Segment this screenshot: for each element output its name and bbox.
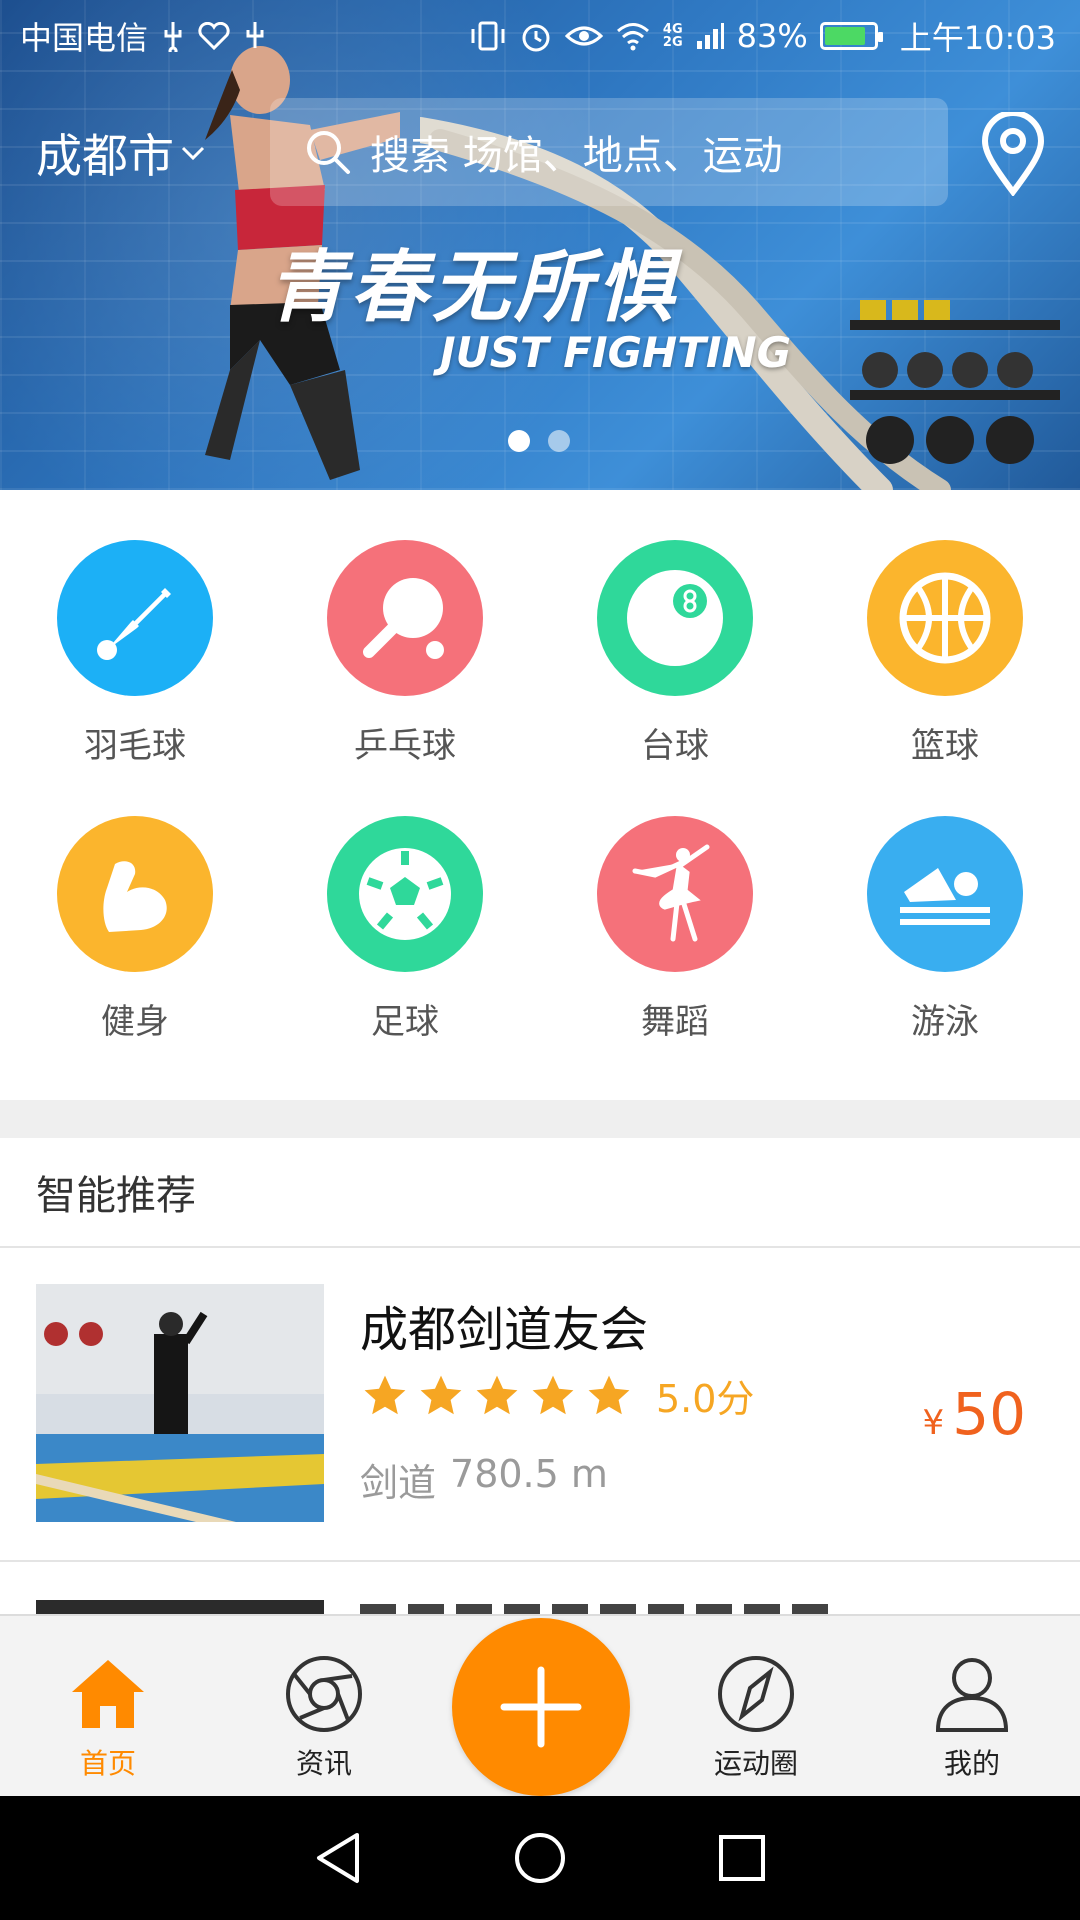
category-ping-pong[interactable]: 乒乓球 bbox=[270, 540, 540, 767]
search-placeholder: 搜索 场馆、地点、运动 bbox=[370, 133, 783, 179]
tab-profile[interactable]: 我的 bbox=[897, 1654, 1047, 1782]
banner-subtitle: JUST FIGHTING bbox=[440, 328, 792, 377]
section-divider bbox=[0, 1100, 1080, 1138]
chevron-down-icon bbox=[181, 146, 205, 161]
compass-icon bbox=[718, 1656, 794, 1732]
price-value: 50 bbox=[952, 1380, 1026, 1448]
badminton-circle bbox=[57, 540, 213, 696]
category-label: 游泳 bbox=[911, 1002, 979, 1042]
category-fitness[interactable]: 健身 bbox=[0, 816, 270, 1043]
battery-icon bbox=[819, 22, 883, 50]
wifi-icon bbox=[616, 23, 649, 51]
venue-card[interactable]: 成都剑道友会 5.0分 剑道 780.5 m ¥ 50 bbox=[0, 1250, 1080, 1562]
tab-label: 我的 bbox=[943, 1747, 1000, 1780]
swimmer-icon bbox=[900, 868, 990, 925]
vibrate-icon bbox=[471, 21, 505, 51]
home-icon bbox=[72, 1660, 144, 1728]
system-navigation-bar bbox=[0, 1796, 1080, 1920]
dumbbell-rack-illustration bbox=[850, 300, 1060, 464]
plus-icon bbox=[500, 1666, 582, 1748]
usb-debug-icon bbox=[246, 22, 264, 48]
eye-comfort-icon bbox=[564, 26, 603, 46]
billiards-circle bbox=[597, 540, 753, 696]
banner-title: 青春无所惧 bbox=[268, 243, 679, 333]
venue-distance: 780.5 m bbox=[450, 1452, 608, 1496]
category-dance[interactable]: 舞蹈 bbox=[540, 816, 810, 1043]
venue-price: ¥ 50 bbox=[923, 1380, 1026, 1448]
shuttlecock-icon bbox=[97, 588, 171, 660]
category-billiards[interactable]: 台球 bbox=[540, 540, 810, 767]
dance-circle bbox=[597, 816, 753, 972]
tab-sport-circle[interactable]: 运动圈 bbox=[681, 1654, 831, 1782]
clock: 上午10:03 bbox=[899, 19, 1056, 57]
banner-pagination bbox=[508, 430, 570, 452]
rating-score: 5.0分 bbox=[656, 1377, 755, 1421]
category-label: 羽毛球 bbox=[84, 726, 186, 766]
star-icon bbox=[420, 1375, 462, 1414]
carrier-label: 中国电信 bbox=[20, 19, 149, 57]
tab-label: 首页 bbox=[79, 1747, 136, 1780]
banner-dot-active[interactable] bbox=[508, 430, 530, 452]
billiard-ball-icon bbox=[627, 570, 723, 666]
category-football[interactable]: 足球 bbox=[270, 816, 540, 1043]
location-pin-icon[interactable] bbox=[980, 112, 1046, 196]
star-icon bbox=[532, 1375, 574, 1414]
recent-apps-icon[interactable] bbox=[717, 1833, 767, 1883]
category-badminton[interactable]: 羽毛球 bbox=[0, 540, 270, 767]
search-icon bbox=[307, 131, 350, 174]
category-label: 健身 bbox=[101, 1002, 169, 1042]
search-input[interactable]: 搜索 场馆、地点、运动 bbox=[270, 98, 948, 206]
star-icon bbox=[364, 1375, 406, 1414]
tab-home[interactable]: 首页 bbox=[33, 1654, 183, 1782]
venue-meta: 剑道 780.5 m bbox=[360, 1452, 608, 1507]
football-circle bbox=[327, 816, 483, 972]
venue-sport: 剑道 bbox=[360, 1461, 437, 1505]
category-swimming[interactable]: 游泳 bbox=[810, 816, 1080, 1043]
category-label: 足球 bbox=[371, 1002, 439, 1042]
star-icon bbox=[588, 1375, 630, 1414]
home-nav-icon[interactable] bbox=[513, 1831, 567, 1885]
venue-thumbnail bbox=[36, 1284, 324, 1522]
ballet-dancer-icon bbox=[632, 844, 710, 942]
category-basketball[interactable]: 篮球 bbox=[810, 540, 1080, 767]
category-label: 篮球 bbox=[911, 726, 979, 766]
signal-strength-icon bbox=[696, 23, 724, 49]
category-label: 舞蹈 bbox=[641, 1002, 709, 1042]
basketball-icon bbox=[899, 572, 991, 664]
user-icon bbox=[935, 1658, 1009, 1732]
city-label: 成都市 bbox=[36, 129, 174, 183]
swimming-circle bbox=[867, 816, 1023, 972]
category-label: 台球 bbox=[641, 726, 709, 766]
venue-name: 成都剑道友会 bbox=[360, 1302, 649, 1358]
health-heart-icon bbox=[198, 22, 230, 50]
recommend-title: 智能推荐 bbox=[36, 1173, 196, 1219]
aperture-icon bbox=[286, 1656, 362, 1732]
basketball-circle bbox=[867, 540, 1023, 696]
network-type-secondary-label: 2G bbox=[662, 35, 683, 50]
category-label: 乒乓球 bbox=[354, 726, 456, 766]
ping-pong-circle bbox=[327, 540, 483, 696]
city-selector[interactable]: 成都市 bbox=[36, 120, 206, 186]
banner-dot[interactable] bbox=[548, 430, 570, 452]
fitness-circle bbox=[57, 816, 213, 972]
star-icon bbox=[476, 1375, 518, 1414]
usb-icon bbox=[164, 22, 182, 52]
alarm-icon bbox=[522, 24, 550, 52]
back-icon[interactable] bbox=[313, 1831, 363, 1885]
tab-label: 运动圈 bbox=[713, 1747, 798, 1780]
recommend-section-title: 智能推荐 bbox=[0, 1138, 1080, 1248]
muscle-arm-icon bbox=[103, 861, 167, 932]
venue-rating: 5.0分 bbox=[360, 1368, 754, 1423]
tab-news[interactable]: 资讯 bbox=[249, 1654, 399, 1782]
battery-percent: 83% bbox=[736, 17, 808, 55]
price-currency: ¥ bbox=[922, 1403, 945, 1443]
ping-pong-icon bbox=[363, 578, 444, 659]
hero-banner[interactable]: 青春无所惧 JUST FIGHTING bbox=[0, 0, 1080, 490]
tab-label: 资讯 bbox=[295, 1747, 352, 1780]
add-post-button[interactable] bbox=[452, 1618, 630, 1796]
sport-category-grid: 羽毛球 乒乓球 台球 篮球 健身 足球 舞蹈 游泳 bbox=[0, 490, 1080, 1100]
soccer-ball-icon bbox=[359, 848, 451, 940]
status-bar: 中国电信 4G 2G 83% 上午10:03 bbox=[0, 0, 1080, 72]
venue-card-partial[interactable] bbox=[0, 1562, 1080, 1622]
